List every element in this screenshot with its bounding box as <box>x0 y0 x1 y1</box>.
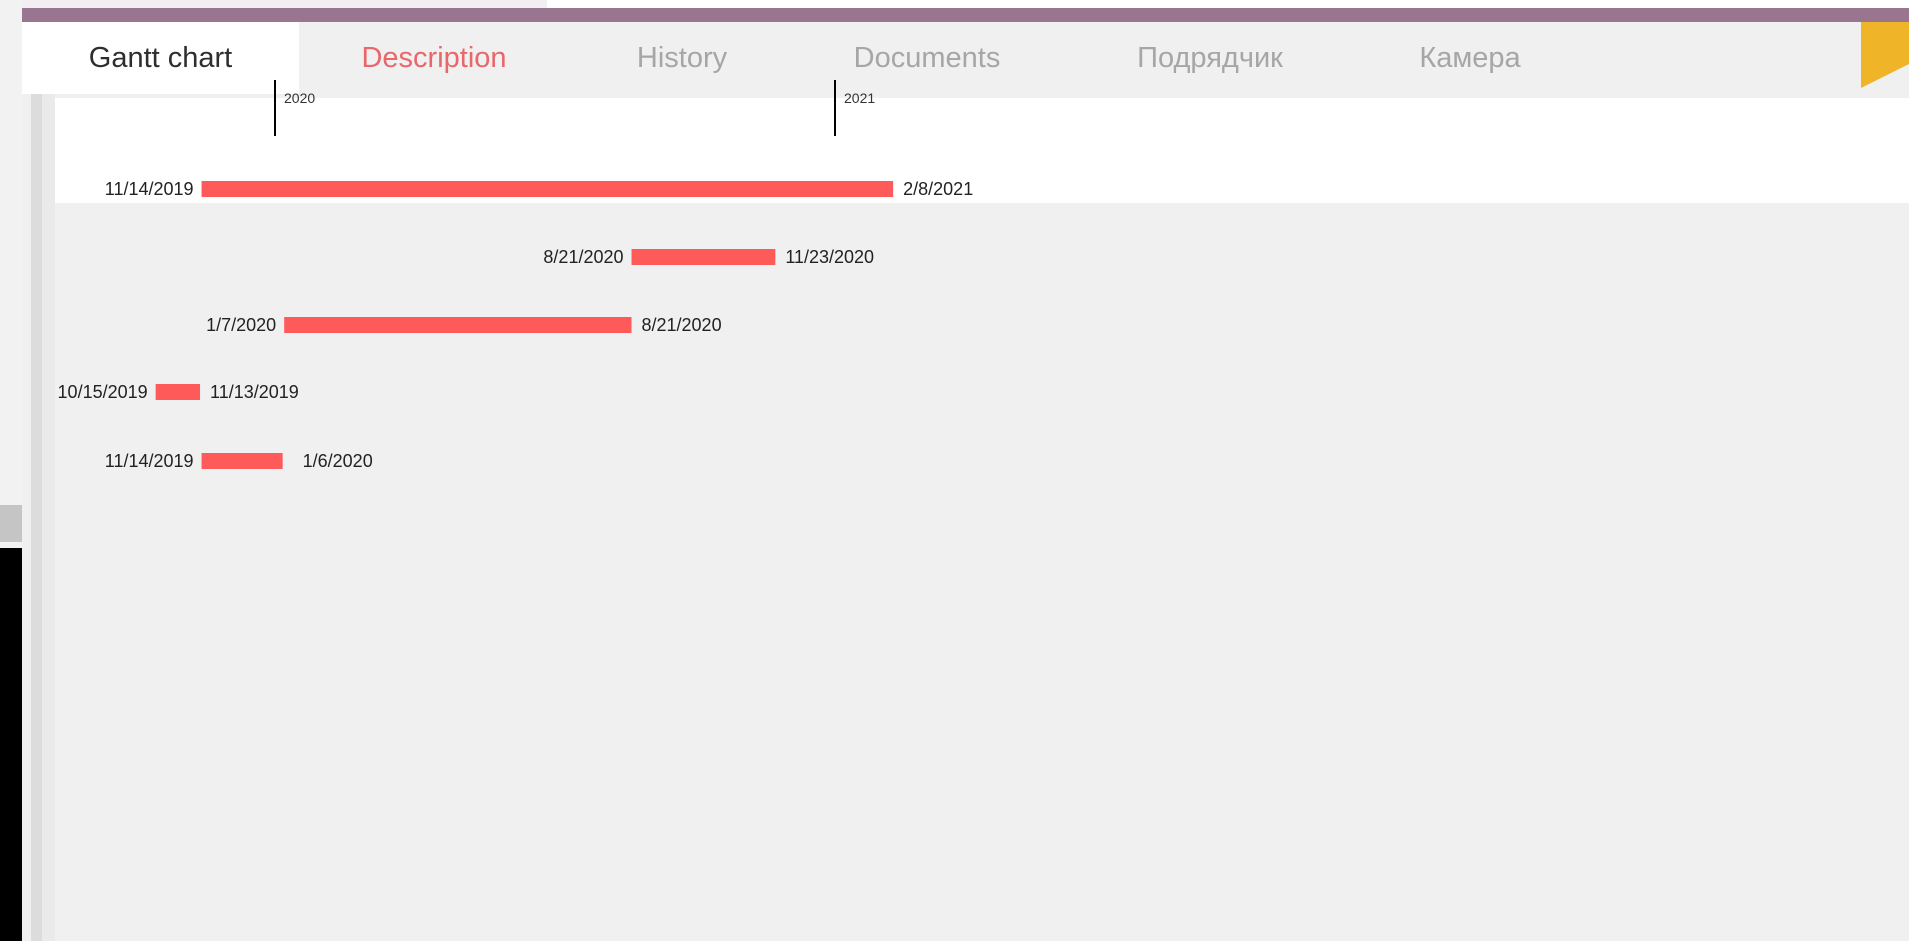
top-accent-bar <box>22 8 1909 22</box>
year-tick-label: 2020 <box>284 90 315 106</box>
task-end-label: 11/13/2019 <box>210 382 299 402</box>
task-start-label: 11/14/2019 <box>105 451 194 471</box>
task-start-label: 10/15/2019 <box>58 382 148 402</box>
gantt-chart: 2020 2021 11/14/2019 2/8/2021 8/21/2020 11/23… <box>58 80 973 471</box>
gantt-bar[interactable] <box>201 453 283 469</box>
left-dark-region <box>0 548 22 941</box>
task-start-label: 8/21/2020 <box>543 247 623 267</box>
task-end-label: 1/6/2020 <box>303 451 373 471</box>
gantt-bar[interactable] <box>201 181 894 197</box>
task-start-label: 11/14/2019 <box>105 179 194 199</box>
gantt-bar[interactable] <box>284 317 632 333</box>
task-start-label: 1/7/2020 <box>206 315 276 335</box>
gantt-bar[interactable] <box>155 384 201 400</box>
top-light-strip <box>22 0 547 8</box>
left-scrollbar-thumb[interactable] <box>0 505 22 542</box>
task-end-label: 11/23/2020 <box>785 247 874 267</box>
year-tick-label: 2021 <box>844 90 875 106</box>
gantt-bar[interactable] <box>631 249 776 265</box>
task-end-label: 8/21/2020 <box>642 315 722 335</box>
left-edge-panel <box>0 0 22 548</box>
gantt-panel: Gantt chart Description History Document… <box>22 22 1909 941</box>
task-end-label: 2/8/2021 <box>903 179 973 199</box>
